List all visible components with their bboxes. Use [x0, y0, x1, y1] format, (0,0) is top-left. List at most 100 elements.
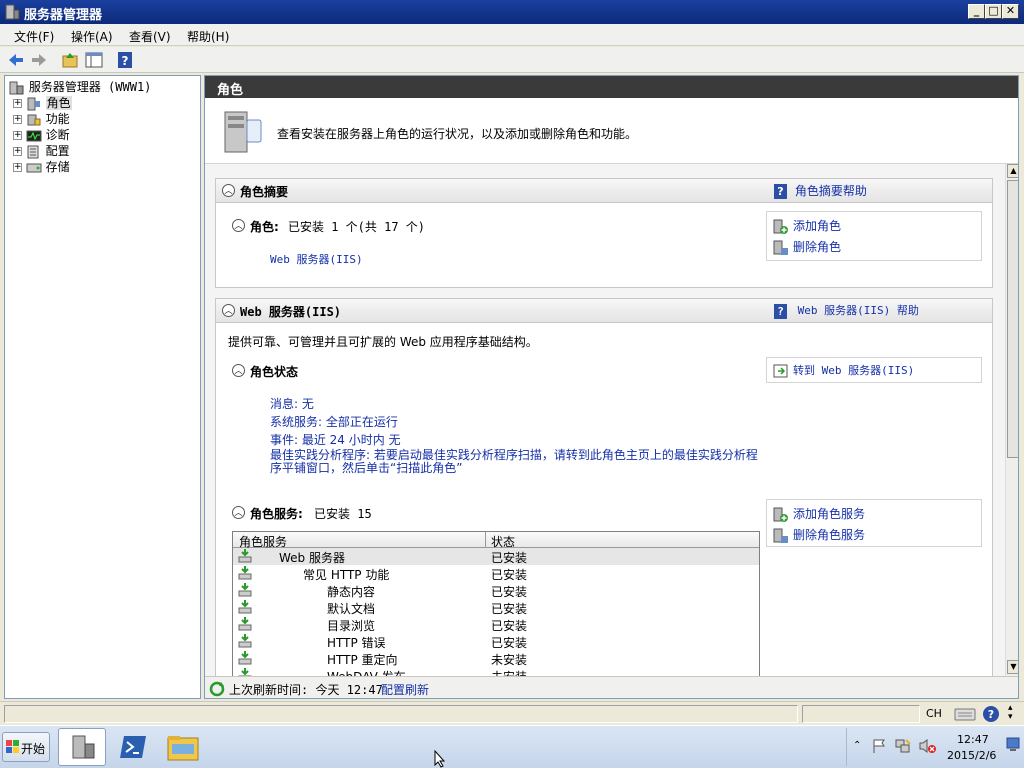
expand-icon[interactable]: + — [13, 131, 22, 140]
remove-role-services-link[interactable]: 删除角色服务 — [773, 526, 865, 544]
show-hidden-icons-icon[interactable]: ⌃ — [853, 740, 861, 751]
folder-icon — [167, 736, 199, 761]
scroll-down-icon[interactable]: ▼ — [1007, 660, 1018, 674]
minimize-button[interactable]: _ — [968, 4, 985, 19]
installed-service-icon — [238, 600, 252, 614]
remove-roles-link[interactable]: 删除角色 — [773, 238, 841, 256]
action-center-flag-icon[interactable] — [871, 738, 887, 754]
configuration-icon — [27, 145, 39, 158]
service-name: 常见 HTTP 功能 — [303, 568, 390, 582]
expand-icon[interactable]: + — [13, 115, 22, 124]
add-role-icon — [773, 219, 788, 234]
scroll-up-icon[interactable]: ▲ — [1007, 164, 1018, 178]
help-icon: ? — [774, 184, 787, 199]
collapse-icon[interactable]: ︿ — [232, 505, 245, 519]
content-scroll-area: ︿ 角色摘要 ? 角色摘要帮助 ︿ 角色: 已安装 1 个(共 17 个) We… — [205, 164, 1005, 676]
help-icon[interactable]: ? — [115, 50, 135, 70]
language-indicator[interactable]: CH — [926, 707, 942, 720]
installed-service-icon — [238, 668, 252, 676]
start-label: 开始 — [21, 742, 46, 756]
table-row[interactable]: 常见 HTTP 功能 已安装 — [233, 565, 759, 582]
tree-item-label: 配置 — [45, 144, 70, 158]
intro-banner: 查看安装在服务器上角色的运行状况，以及添加或删除角色和功能。 — [205, 98, 1018, 164]
service-status: 已安装 — [491, 551, 528, 565]
installed-service-icon — [238, 549, 252, 563]
expand-icon[interactable]: + — [13, 99, 22, 108]
network-icon[interactable] — [895, 738, 911, 754]
collapse-icon[interactable]: ︿ — [232, 363, 245, 377]
taskbar-powershell[interactable] — [110, 728, 158, 766]
taskbar-explorer[interactable] — [162, 728, 210, 766]
tree-item-diagnostics[interactable]: + 诊断 — [13, 126, 70, 143]
roles-actions-box: 添加角色 删除角色 — [766, 211, 982, 261]
ime-help-icon[interactable]: ? — [982, 705, 1000, 723]
collapse-icon[interactable]: ︿ — [222, 303, 235, 317]
main-header: 角色 — [205, 76, 1018, 98]
table-row[interactable]: Web 服务器 已安装 — [233, 548, 759, 565]
installed-role-link[interactable]: Web 服务器(IIS) — [270, 251, 363, 267]
service-status: 已安装 — [491, 585, 528, 599]
up-folder-icon[interactable] — [60, 50, 80, 70]
collapse-icon[interactable]: ︿ — [222, 183, 235, 197]
main-header-title: 角色 — [217, 83, 244, 98]
service-status: 已安装 — [491, 568, 528, 582]
toolbar: ? — [0, 47, 1024, 73]
service-status: 已安装 — [491, 602, 528, 616]
roles-summary-section: ︿ 角色摘要 ? 角色摘要帮助 ︿ 角色: 已安装 1 个(共 17 个) We… — [215, 178, 993, 288]
tree-item-features[interactable]: + 功能 — [13, 110, 70, 127]
table-row[interactable]: HTTP 错误 已安装 — [233, 633, 759, 650]
server-roles-icon — [224, 111, 262, 153]
features-icon — [27, 114, 41, 125]
table-row[interactable]: HTTP 重定向 未安装 — [233, 650, 759, 667]
status-bpa: 最佳实践分析程序: 若要启动最佳实践分析程序扫描，请转到此角色主页上的最佳实践分… — [270, 448, 758, 475]
add-roles-link[interactable]: 添加角色 — [773, 217, 841, 235]
status-pane-main — [4, 705, 798, 723]
add-role-services-link[interactable]: 添加角色服务 — [773, 505, 865, 523]
table-row[interactable]: 静态内容 已安装 — [233, 582, 759, 599]
taskbar-server-manager[interactable] — [58, 728, 106, 766]
table-row[interactable]: WebDAV 发布 未安装 — [233, 667, 759, 676]
service-name: HTTP 错误 — [327, 636, 386, 650]
clock-date[interactable]: 2015/2/6 — [947, 749, 996, 762]
table-row[interactable]: 默认文档 已安装 — [233, 599, 759, 616]
table-row[interactable]: 目录浏览 已安装 — [233, 616, 759, 633]
show-desktop-icon[interactable] — [1005, 736, 1021, 756]
collapse-icon[interactable]: ︿ — [232, 218, 245, 232]
forward-icon[interactable] — [29, 50, 49, 70]
back-icon[interactable] — [6, 50, 26, 70]
ime-options-icon[interactable]: ▴ ▾ — [1008, 704, 1013, 722]
menu-view[interactable]: 查看(V) — [129, 28, 171, 45]
menu-help[interactable]: 帮助(H) — [187, 28, 229, 45]
tree-item-configuration[interactable]: + 配置 — [13, 142, 70, 159]
clock-time[interactable]: 12:47 — [957, 733, 989, 746]
menu-file[interactable]: 文件(F) — [14, 28, 54, 45]
status-messages: 消息: 无 — [270, 397, 314, 411]
maximize-button[interactable]: □ — [985, 4, 1002, 19]
tree-item-label: 角色 — [45, 96, 72, 110]
expand-icon[interactable]: + — [13, 147, 22, 156]
main-pane: 角色 查看安装在服务器上角色的运行状况，以及添加或删除角色和功能。 ︿ 角色摘要… — [204, 75, 1019, 699]
column-divider[interactable] — [485, 532, 486, 548]
keyboard-icon[interactable] — [954, 706, 976, 722]
role-status-actions-box: 转到 Web 服务器(IIS) — [766, 357, 982, 383]
show-hide-console-tree-icon[interactable] — [84, 50, 104, 70]
tree-item-roles[interactable]: + 角色 — [13, 94, 72, 111]
scrollbar-thumb[interactable] — [1007, 180, 1018, 458]
expand-icon[interactable]: + — [13, 163, 22, 172]
menu-action[interactable]: 操作(A) — [71, 28, 113, 45]
status-events: 事件: 最近 24 小时内 无 — [270, 433, 401, 447]
roles-summary-header[interactable]: ︿ 角色摘要 ? 角色摘要帮助 — [216, 179, 992, 203]
roles-summary-title: 角色摘要 — [240, 185, 289, 199]
start-button[interactable]: 开始 — [2, 732, 50, 762]
configure-refresh-link[interactable]: 配置刷新 — [381, 681, 429, 698]
goto-web-server-link[interactable]: 转到 Web 服务器(IIS) — [773, 362, 914, 379]
web-server-header[interactable]: ︿ Web 服务器(IIS) ? Web 服务器(IIS) 帮助 — [216, 299, 992, 323]
tree-item-storage[interactable]: + 存储 — [13, 158, 70, 175]
volume-muted-icon[interactable] — [919, 738, 937, 754]
vertical-scrollbar[interactable]: ▲ ▼ — [1005, 164, 1018, 676]
web-server-help-link[interactable]: ? Web 服务器(IIS) 帮助 — [774, 302, 919, 319]
close-button[interactable]: ✕ — [1002, 4, 1019, 19]
roles-summary-help-link[interactable]: ? 角色摘要帮助 — [774, 182, 867, 199]
tree-root[interactable]: 服务器管理器 (WWW1) — [9, 78, 151, 95]
tree-item-label: 功能 — [45, 112, 70, 126]
